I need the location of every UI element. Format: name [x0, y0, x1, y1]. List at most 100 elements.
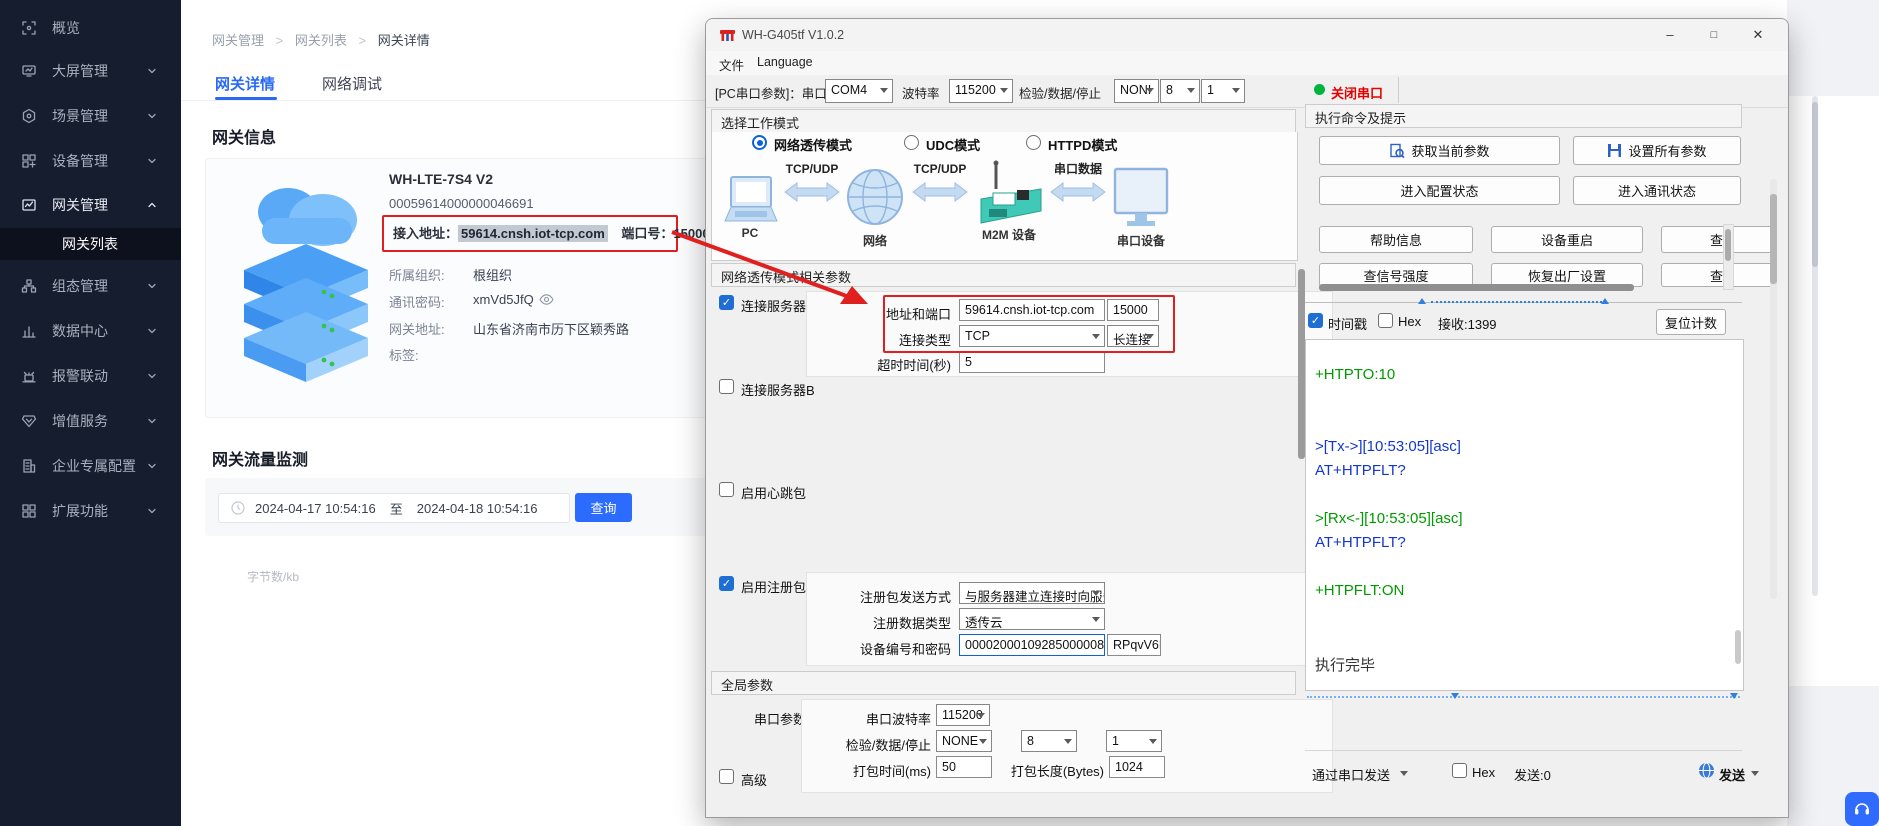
date-range-input[interactable]: 2024-04-17 10:54:16 至 2024-04-18 10:54:1…: [218, 493, 570, 523]
cmd-h-scrollbar[interactable]: [1319, 284, 1634, 291]
sidebar-item-device-mgmt[interactable]: 设备管理: [0, 145, 181, 177]
sidebar-item-overview[interactable]: 概览: [0, 12, 181, 44]
bar-chart-icon: [21, 323, 37, 339]
pack-time-input[interactable]: 50: [936, 756, 992, 778]
window-title: WH-G405tf V1.0.2: [742, 28, 844, 42]
workmode-group-header: 选择工作模式: [711, 109, 1296, 133]
sidebar-item-enterprise-config[interactable]: 企业专属配置: [0, 450, 181, 482]
log-trackbar-marker[interactable]: [1451, 693, 1459, 699]
sidebar-item-gateway-mgmt[interactable]: 网关管理: [0, 189, 181, 221]
server-a-checkbox[interactable]: ✓: [719, 295, 734, 310]
reg-type-select[interactable]: 透传云: [959, 608, 1105, 630]
gateway-illustration: [228, 174, 388, 402]
query-button[interactable]: 查询: [575, 493, 632, 522]
enter-config-button[interactable]: 进入配置状态: [1319, 176, 1560, 205]
partial-button-2[interactable]: 查: [1661, 263, 1773, 287]
building-icon: [21, 458, 37, 474]
help-button[interactable]: 帮助信息: [1319, 226, 1473, 253]
reg-mode-label: 注册包发送方式: [831, 587, 951, 606]
sidebar-item-gateway-list[interactable]: 网关列表: [0, 228, 181, 260]
databits-select[interactable]: 8: [1160, 79, 1200, 103]
window-titlebar[interactable]: WH-G405tf V1.0.2 – □ ✕: [706, 19, 1788, 51]
close-port-button[interactable]: 关闭串口: [1331, 83, 1383, 102]
server-b-checkbox[interactable]: [719, 379, 734, 394]
close-button[interactable]: ✕: [1736, 19, 1780, 50]
send-mode-dropdown[interactable]: 通过串口发送: [1312, 765, 1390, 784]
sidebar-item-screen-mgmt[interactable]: 大屏管理: [0, 55, 181, 87]
menu-file[interactable]: 文件: [719, 55, 744, 74]
log-trackbar-dotted[interactable]: [1307, 696, 1740, 698]
page-scrollbar-thumb[interactable]: [1812, 102, 1818, 267]
advanced-checkbox[interactable]: [719, 769, 734, 784]
stopbits-select[interactable]: 1: [1201, 79, 1245, 103]
tab-gateway-detail[interactable]: 网关详情: [215, 73, 275, 94]
maximize-button[interactable]: □: [1692, 19, 1736, 50]
radio-httpd-mode[interactable]: [1026, 135, 1041, 150]
eye-icon[interactable]: [539, 293, 554, 306]
partial-button-1[interactable]: 查: [1661, 226, 1773, 253]
reboot-button[interactable]: 设备重启: [1491, 226, 1643, 253]
enter-comm-button[interactable]: 进入通讯状态: [1573, 176, 1741, 205]
hex-send-checkbox[interactable]: [1452, 763, 1467, 778]
log-trackbar-marker[interactable]: [1730, 693, 1738, 699]
device-pwd-input[interactable]: RPqvV6K: [1107, 634, 1161, 656]
heartbeat-checkbox[interactable]: [719, 482, 734, 497]
serial-params-label: 串口参数: [754, 709, 806, 728]
menu-language[interactable]: Language: [757, 55, 813, 69]
floating-action-button[interactable]: [1845, 792, 1879, 826]
g-databits-select[interactable]: 8: [1021, 730, 1077, 752]
log-line: 执行完毕: [1315, 654, 1375, 675]
reg-mode-select[interactable]: 与服务器建立连接时向服务: [959, 582, 1105, 604]
dropdown-arrow-icon: [1187, 88, 1195, 93]
radio-transparent-label: 网络透传模式: [774, 135, 852, 154]
sidebar-item-config-mgmt[interactable]: 组态管理: [0, 270, 181, 302]
com-port-select[interactable]: COM4: [825, 79, 893, 103]
sidebar-item-scene-mgmt[interactable]: 场景管理: [0, 100, 181, 132]
grid-icon: [21, 503, 37, 519]
middle-scrollbar-thumb[interactable]: [1298, 269, 1305, 459]
g-stopbits-select[interactable]: 1: [1106, 730, 1162, 752]
trackbar-dotted[interactable]: [1431, 301, 1606, 303]
timeout-input[interactable]: 5: [959, 351, 1105, 373]
breadcrumb-gateway-list[interactable]: 网关列表: [295, 33, 347, 48]
sidebar-item-alarm-link[interactable]: 报警联动: [0, 360, 181, 392]
get-params-button[interactable]: 获取当前参数: [1319, 136, 1560, 165]
timestamp-checkbox[interactable]: ✓: [1308, 313, 1323, 328]
svg-text:TCP/UDP: TCP/UDP: [914, 162, 967, 176]
g-parity-select[interactable]: NONE: [936, 730, 992, 752]
server-b-label: 连接服务器B: [741, 380, 815, 399]
pack-len-input[interactable]: 1024: [1109, 756, 1165, 778]
regpack-checkbox[interactable]: ✓: [719, 576, 734, 591]
svg-text:串口数据: 串口数据: [1054, 161, 1102, 176]
cmd-mini-scrollbar-thumb[interactable]: [1725, 229, 1731, 261]
device-id-input[interactable]: 00002000109285000008: [959, 634, 1105, 656]
sidebar-item-extensions[interactable]: 扩展功能: [0, 495, 181, 527]
reset-count-button[interactable]: 复位计数: [1656, 309, 1726, 335]
log-scrollbar-thumb[interactable]: [1735, 630, 1741, 664]
bottombar-divider: [1305, 750, 1742, 751]
parity-select[interactable]: NONI: [1114, 79, 1159, 103]
sidebar-item-data-center[interactable]: 数据中心: [0, 315, 181, 347]
radio-udc-mode[interactable]: [904, 135, 919, 150]
trackbar-right-marker[interactable]: [1601, 298, 1609, 304]
org-label: 所属组织:: [389, 265, 445, 284]
dropdown-arrow-icon: [880, 88, 888, 93]
set-params-button[interactable]: 设置所有参数: [1573, 136, 1741, 165]
g-baud-select[interactable]: 115200: [936, 704, 990, 726]
chevron-down-icon: [146, 415, 158, 427]
parity-label: 检验/数据/停止: [1019, 83, 1101, 102]
trackbar-left-marker[interactable]: [1418, 298, 1426, 304]
log-area[interactable]: +HTPTO:10 >[Tx->][10:53:05][asc] AT+HTPF…: [1305, 339, 1744, 691]
breadcrumb-gateway-mgmt[interactable]: 网关管理: [212, 33, 264, 48]
regpack-label: 启用注册包: [741, 577, 806, 596]
baud-select[interactable]: 115200: [949, 79, 1013, 103]
radio-transparent-mode[interactable]: [752, 135, 767, 150]
address-config-highlight-box: [883, 295, 1175, 353]
send-button[interactable]: 发送: [1719, 765, 1745, 784]
tab-network-debug[interactable]: 网络调试: [322, 73, 382, 94]
hex-recv-checkbox[interactable]: [1378, 313, 1393, 328]
sidebar-item-value-service[interactable]: 增值服务: [0, 405, 181, 437]
baud-label: 波特率: [902, 83, 940, 102]
window-right-scrollbar-thumb[interactable]: [1770, 194, 1777, 284]
minimize-button[interactable]: –: [1648, 19, 1692, 50]
